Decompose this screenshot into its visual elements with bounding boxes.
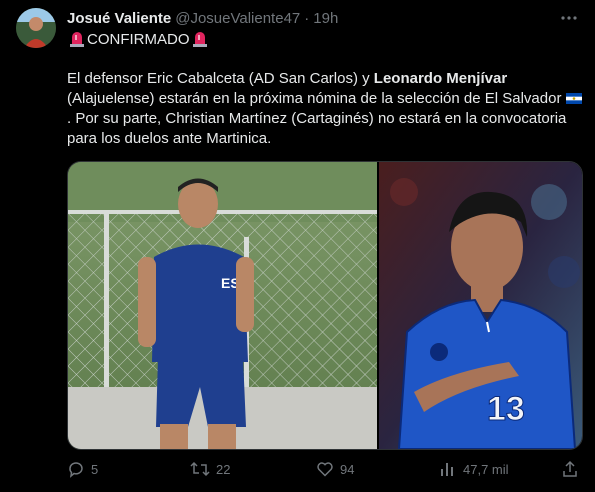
like-count: 94	[340, 461, 355, 477]
more-horizontal-icon[interactable]	[559, 8, 579, 28]
el-salvador-flag-icon	[565, 90, 582, 104]
jersey-number: 13	[487, 390, 525, 428]
heart-icon	[316, 460, 334, 478]
tweet-actions: 5 22 94 47,7 mil	[67, 458, 579, 480]
photo-player-jersey[interactable]: 13	[379, 162, 582, 449]
share-icon	[561, 460, 579, 478]
headline-text: CONFIRMADO	[87, 30, 190, 48]
reply-icon	[67, 460, 85, 478]
photo-player-fence[interactable]: ES	[68, 162, 377, 449]
police-light-icon	[70, 31, 84, 47]
tweet-time[interactable]: 19h	[313, 10, 338, 27]
views-count: 47,7 mil	[463, 461, 509, 477]
police-light-icon	[192, 31, 207, 47]
share-button[interactable]	[561, 458, 579, 480]
author-handle[interactable]: @JosueValiente47	[175, 10, 300, 27]
author-avatar[interactable]	[16, 8, 56, 48]
tweet-header: Josué Valiente @JosueValiente47 · 19h	[67, 8, 579, 28]
author-name[interactable]: Josué Valiente	[67, 10, 171, 27]
tweet-media[interactable]: ES 13	[67, 161, 583, 450]
like-button[interactable]: 94	[316, 458, 354, 480]
headline-line: CONFIRMADO	[67, 29, 210, 49]
text-part2: (Alajuelense) estarán en la próxima nómi…	[67, 90, 562, 107]
text-bold-name: Leonardo Menjívar	[373, 70, 508, 87]
views-button[interactable]: 47,7 mil	[439, 458, 509, 480]
reply-button[interactable]: 5	[67, 458, 98, 480]
text-part3: . Por su parte, Christian Martínez (Cart…	[67, 110, 567, 147]
text-part1: El defensor Eric Cabalceta (AD San Carlo…	[67, 70, 374, 87]
repost-button[interactable]: 22	[190, 458, 230, 480]
repost-count: 22	[216, 461, 231, 477]
reply-count: 5	[91, 461, 99, 477]
tweet-text: El defensor Eric Cabalceta (AD San Carlo…	[67, 69, 582, 149]
views-icon	[439, 460, 457, 478]
repost-icon	[190, 460, 210, 478]
separator: ·	[304, 9, 310, 27]
